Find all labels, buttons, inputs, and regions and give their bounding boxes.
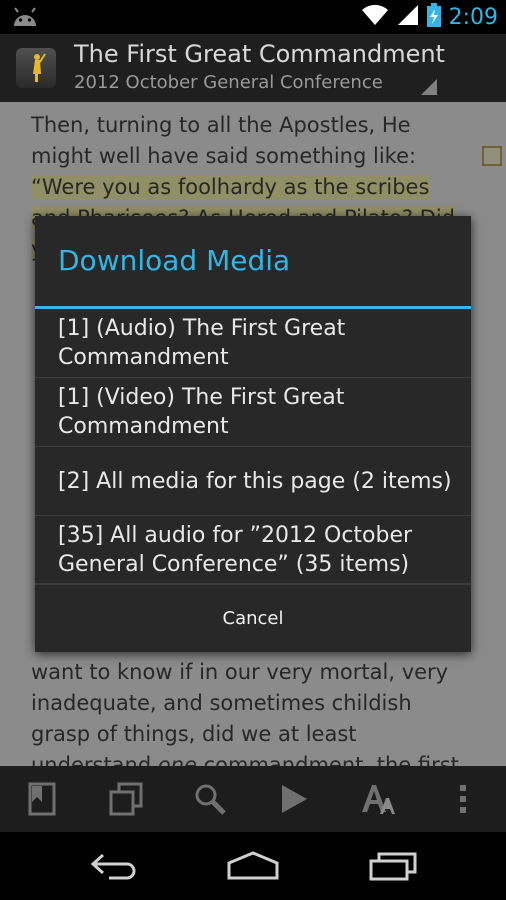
bookmark-icon[interactable] [12, 766, 72, 832]
copy-icon[interactable] [96, 766, 156, 832]
battery-charging-icon [426, 3, 441, 31]
media-item-audio[interactable]: [1] (Audio) The First Great Commandment [35, 309, 471, 378]
page-subtitle: 2012 October General Conference [74, 72, 383, 93]
status-bar: 2:09 [0, 0, 506, 34]
back-icon[interactable] [78, 842, 148, 890]
angel-moroni-icon[interactable] [16, 48, 56, 88]
recents-icon[interactable] [358, 842, 428, 890]
search-icon[interactable] [180, 766, 240, 832]
download-media-dialog: Download Media [1] (Audio) The First Gre… [35, 216, 471, 652]
media-item-page-all[interactable]: [2] All media for this page (2 items) [35, 447, 471, 516]
status-time: 2:09 [448, 4, 498, 30]
text-size-icon[interactable] [348, 766, 408, 832]
play-icon[interactable] [264, 766, 324, 832]
page-title: The First Great Commandment [74, 40, 445, 68]
android-icon [10, 6, 40, 32]
signal-icon [397, 4, 419, 30]
media-item-video[interactable]: [1] (Video) The First Great Commandment [35, 378, 471, 447]
bottom-toolbar [0, 766, 506, 832]
dialog-title: Download Media [58, 244, 291, 277]
cancel-button[interactable]: Cancel [223, 608, 284, 629]
spinner-indicator-icon[interactable] [421, 79, 437, 95]
media-item-conference-audio[interactable]: [35] All audio for ”2012 October General… [35, 516, 471, 585]
navigation-bar [0, 832, 506, 900]
media-list: [1] (Audio) The First Great Commandment … [35, 309, 471, 585]
overflow-menu-icon[interactable] [433, 766, 493, 832]
dialog-button-bar: Cancel [35, 583, 471, 653]
home-icon[interactable] [218, 842, 288, 890]
wifi-icon [361, 4, 389, 30]
